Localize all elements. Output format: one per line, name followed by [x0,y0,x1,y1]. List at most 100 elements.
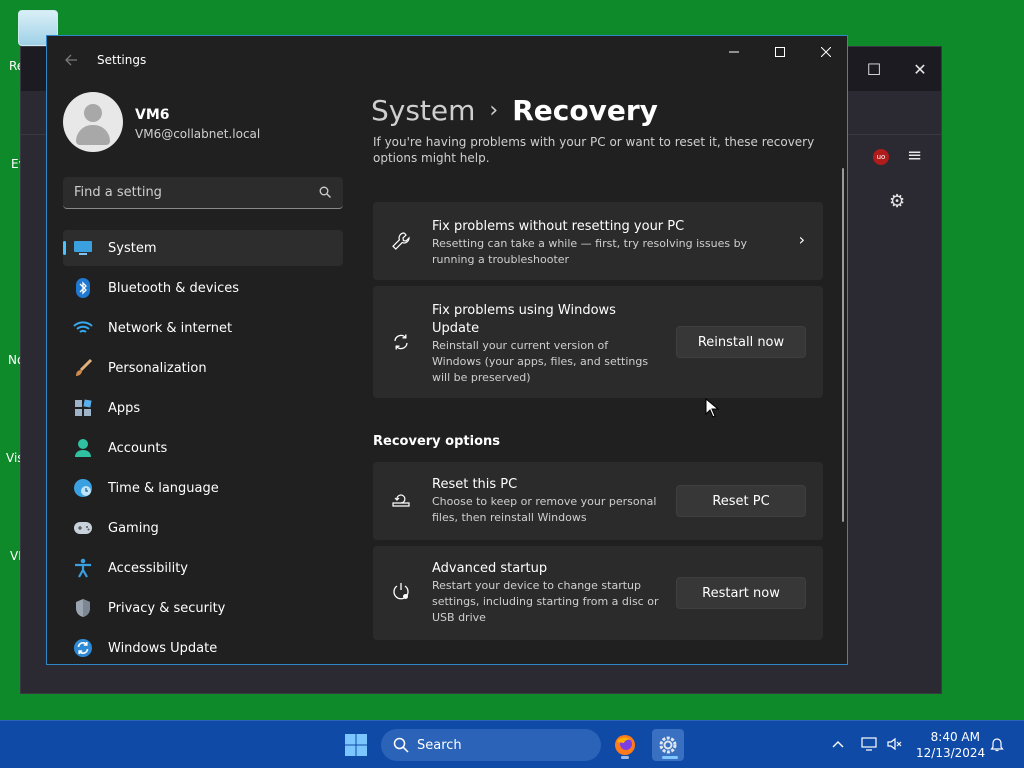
avatar[interactable] [63,92,123,152]
card-title: Advanced startup [432,561,548,576]
card-description: Reinstall your current version of Window… [432,339,649,384]
windows-update-card: Fix problems using Windows Update Reinst… [373,286,823,398]
close-icon [821,47,831,57]
taskbar-app-indicator [662,756,678,759]
breadcrumb: System › Recovery [371,94,658,127]
accessibility-icon [73,558,93,578]
card-description: Restart your device to change startup se… [432,579,659,624]
sidebar-item-label: Accounts [108,440,168,456]
profile-email: VM6@collabnet.local [135,127,261,141]
update-icon [73,638,93,658]
brush-icon [73,358,93,378]
sidebar-nav: System Bluetooth & devices Network & int… [63,230,343,664]
sidebar-item-label: Windows Update [108,640,218,656]
minimize-icon [729,51,739,53]
close-icon[interactable]: ✕ [897,55,943,83]
clock-time: 8:40 AM [930,730,980,744]
sidebar-item-label: Privacy & security [108,600,226,616]
restart-now-button[interactable]: Restart now [676,577,806,609]
card-title: Reset this PC [432,477,518,492]
hamburger-menu-icon[interactable]: ≡ [907,145,922,166]
search-icon[interactable] [319,186,331,198]
sidebar-item-label: Bluetooth & devices [108,280,239,296]
sidebar-item-label: Accessibility [108,560,188,576]
sidebar-item-accessibility[interactable]: Accessibility [63,550,343,586]
sidebar-item-network[interactable]: Network & internet [63,310,343,346]
taskbar-search[interactable]: Search [381,729,601,761]
breadcrumb-separator: › [489,98,499,123]
titlebar: Settings [47,36,847,84]
close-button[interactable] [803,36,847,68]
system-icon [73,238,93,258]
gear-icon [659,736,677,754]
firefox-icon [615,735,635,755]
scrollbar[interactable] [842,168,844,522]
minimize-button[interactable] [711,36,757,68]
network-icon[interactable] [860,735,878,753]
wifi-icon [73,318,93,338]
reinstall-now-button[interactable]: Reinstall now [676,326,806,358]
shield-icon [73,598,93,618]
sidebar-item-label: Apps [108,400,141,416]
maximize-icon [775,47,785,57]
card-title: Fix problems using Windows Update [432,303,616,336]
sidebar-item-bluetooth[interactable]: Bluetooth & devices [63,270,343,306]
sidebar-item-label: Gaming [108,520,159,536]
app-title: Settings [97,53,147,67]
taskbar-search-label: Search [417,737,462,753]
sidebar-item-accounts[interactable]: Accounts [63,430,343,466]
notification-bell-icon[interactable] [988,735,1006,753]
windows-start-icon[interactable] [344,733,368,757]
clock-date: 12/13/2024 [916,746,986,760]
page-title: Recovery [512,94,658,127]
power-gear-icon [393,583,409,600]
sidebar-item-gaming[interactable]: Gaming [63,510,343,546]
sidebar-item-time-language[interactable]: Time & language [63,470,343,506]
breadcrumb-parent[interactable]: System [371,94,475,127]
system-clock[interactable]: 8:40 AM 12/13/2024 [916,729,986,761]
search-icon [393,737,409,753]
chevron-up-icon[interactable] [829,735,847,753]
card-title: Fix problems without resetting your PC [432,219,685,234]
sidebar-item-label: System [108,240,157,256]
account-icon [73,438,93,458]
firefox-taskbar-button[interactable] [609,729,641,761]
section-title: Recovery options [373,434,500,449]
card-description: Choose to keep or remove your personal f… [432,495,657,524]
gamepad-icon [73,518,93,538]
sidebar-item-personalization[interactable]: Personalization [63,350,343,386]
sidebar-item-apps[interactable]: Apps [63,390,343,426]
search-box[interactable] [63,177,343,209]
gear-icon[interactable]: ⚙ [889,191,905,212]
globe-clock-icon [73,478,93,498]
wrench-icon [392,232,410,250]
taskbar-app-indicator [621,756,629,759]
intro-text: If you're having problems with your PC o… [373,135,815,165]
card-description: Resetting can take a while — first, try … [432,237,748,266]
profile-name: VM6 [135,107,170,123]
sidebar-item-windows-update[interactable]: Windows Update [63,630,343,664]
ublock-icon[interactable]: uo [873,149,889,165]
settings-taskbar-button[interactable] [652,729,684,761]
fix-problems-card[interactable]: Fix problems without resetting your PC R… [373,202,823,280]
bluetooth-icon [73,278,93,298]
reset-pc-icon [392,494,410,507]
apps-icon [73,398,93,418]
reset-pc-button[interactable]: Reset PC [676,485,806,517]
settings-window[interactable]: Settings VM6 VM6@collabnet.local System [46,35,848,665]
sync-icon [394,334,408,350]
sidebar-item-privacy-security[interactable]: Privacy & security [63,590,343,626]
maximize-icon[interactable]: ☐ [851,55,897,83]
advanced-startup-card: Advanced startup Restart your device to … [373,546,823,640]
sidebar-item-label: Time & language [108,480,219,496]
chevron-right-icon: › [798,230,805,249]
sidebar-item-label: Network & internet [108,320,233,336]
mouse-cursor-icon [705,398,719,418]
maximize-button[interactable] [757,36,803,68]
volume-muted-icon[interactable] [886,735,904,753]
reset-pc-card: Reset this PC Choose to keep or remove y… [373,462,823,540]
sidebar-item-label: Personalization [108,360,207,376]
back-arrow-icon[interactable] [61,50,81,70]
search-input[interactable] [63,177,303,208]
sidebar-item-system[interactable]: System [63,230,343,266]
